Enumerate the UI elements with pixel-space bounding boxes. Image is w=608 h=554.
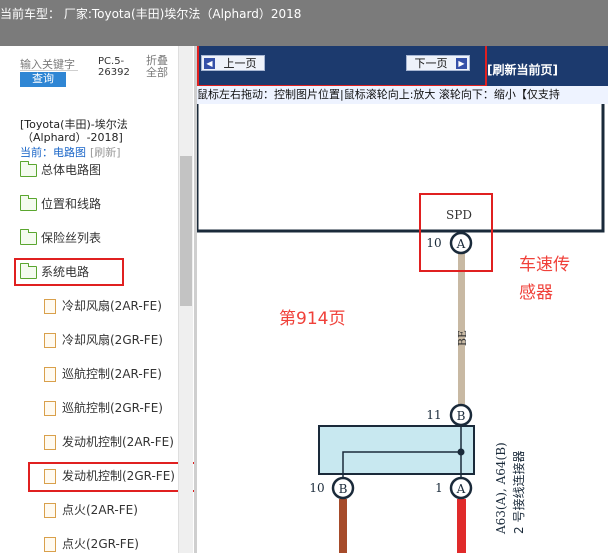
tree-item-location[interactable]: 位置和线路 — [20, 194, 101, 214]
tree-item-overall[interactable]: 总体电路图 — [20, 160, 101, 180]
pin-b-label: B — [457, 409, 466, 423]
viewer-toolbar: ◀ 上一页 下一页 ▶ [刷新当前页] — [197, 46, 608, 87]
annotation-sensor-line1: 车速传 — [519, 255, 570, 275]
sidebar: 输入关键字 查询 PC.5-26392 折叠全部 [Toyota(丰田)-埃尔法… — [0, 46, 196, 553]
pin-10b-label: 10 — [309, 481, 324, 495]
annotation-page: 第914页 — [279, 309, 346, 329]
folder-icon — [20, 195, 37, 211]
highlight-box — [197, 46, 487, 87]
current-label: 当前：电路图 — [20, 146, 86, 159]
page-icon — [44, 367, 56, 382]
pin-1-label: 1 — [435, 481, 443, 495]
diagram-viewer: ◀ 上一页 下一页 ▶ [刷新当前页] 鼠标左右拖动：控制图片位置|鼠标滚轮向上… — [197, 46, 608, 553]
page-icon — [44, 401, 56, 416]
tree-item-page[interactable]: 巡航控制(2GR-FE) — [44, 398, 163, 418]
current-location: 当前：电路图 [刷新] — [20, 144, 121, 160]
page-icon — [44, 537, 56, 552]
highlight-box — [14, 258, 124, 286]
annotation-sensor-line2: 感器 — [519, 283, 553, 303]
pin-b-label: B — [339, 482, 348, 496]
folder-icon — [20, 161, 37, 177]
folder-icon — [20, 229, 37, 245]
tree-item-page[interactable]: 发动机控制(2AR-FE) — [44, 432, 174, 452]
tree-item-label: 位置和线路 — [41, 197, 102, 211]
tree-item-label: 点火(2AR-FE) — [62, 503, 138, 517]
tree-item-label: 点火(2GR-FE) — [62, 537, 139, 551]
tree-item-label: 保险丝列表 — [41, 231, 102, 245]
tree-item-fuse[interactable]: 保险丝列表 — [20, 228, 101, 248]
tree-item-page[interactable]: 点火(2AR-FE) — [44, 500, 138, 520]
tree-item-label: 巡航控制(2AR-FE) — [62, 367, 162, 381]
pin-11-label: 11 — [426, 408, 441, 422]
model-line-1: [Toyota(丰田)-埃尔法 — [20, 118, 128, 131]
connector-name-label: 2 号接线连接器 — [511, 451, 526, 534]
tree-item-page[interactable]: 巡航控制(2AR-FE) — [44, 364, 162, 384]
tree-item-label: 总体电路图 — [41, 163, 102, 177]
diagram-background — [197, 104, 608, 553]
page-icon — [44, 435, 56, 450]
tree-item-label: 巡航控制(2GR-FE) — [62, 401, 163, 415]
pin-a-label: A — [456, 482, 466, 496]
tree-item-label: 发动机控制(2AR-FE) — [62, 435, 174, 449]
sidebar-scrollbar[interactable] — [178, 46, 193, 553]
model-label: [Toyota(丰田)-埃尔法 （Alphard）-2018] — [20, 118, 128, 144]
junction-dot — [457, 448, 465, 456]
tree-item-page[interactable]: 点火(2GR-FE) — [44, 534, 139, 554]
scrollbar-thumb[interactable] — [180, 156, 192, 306]
tree-item-page[interactable]: 冷却风扇(2AR-FE) — [44, 296, 162, 316]
wire-brown — [339, 499, 347, 553]
wire-color-label: BE — [456, 330, 469, 346]
search-button[interactable]: 查询 — [20, 72, 66, 87]
top-bar: 当前车型： 厂家:Toyota(丰田)埃尔法（Alphard）2018 — [0, 0, 608, 46]
tree-item-page[interactable]: 冷却风扇(2GR-FE) — [44, 330, 163, 350]
vehicle-title: 当前车型： 厂家:Toyota(丰田)埃尔法（Alphard）2018 — [0, 7, 302, 21]
search-input[interactable] — [20, 70, 78, 71]
wire-red — [457, 499, 466, 553]
tree-item-label: 冷却风扇(2GR-FE) — [62, 333, 163, 347]
refresh-link[interactable]: [刷新] — [90, 146, 121, 159]
wiring-diagram[interactable]: SPD BE A 10 B 11 B 10 A 1 A63(A), A64(B)… — [197, 104, 608, 553]
tree-item-label: 冷却风扇(2AR-FE) — [62, 299, 162, 313]
connector-ref-label: A63(A), A64(B) — [494, 442, 508, 535]
refresh-page-button[interactable]: [刷新当前页] — [487, 61, 558, 78]
page-icon — [44, 299, 56, 314]
diagram-svg: SPD BE A 10 B 11 B 10 A 1 A63(A), A64(B)… — [197, 104, 608, 553]
model-line-2: （Alphard）-2018] — [22, 131, 123, 144]
page-icon — [44, 333, 56, 348]
usage-hint: 鼠标左右拖动：控制图片位置|鼠标滚轮向上:放大 滚轮向下：缩小【仅支持 — [197, 86, 608, 105]
highlight-box — [419, 193, 493, 272]
highlight-box — [28, 462, 196, 492]
pc-code: PC.5-26392 — [98, 56, 130, 78]
collapse-all-button[interactable]: 折叠全部 — [146, 55, 178, 79]
page-icon — [44, 503, 56, 518]
